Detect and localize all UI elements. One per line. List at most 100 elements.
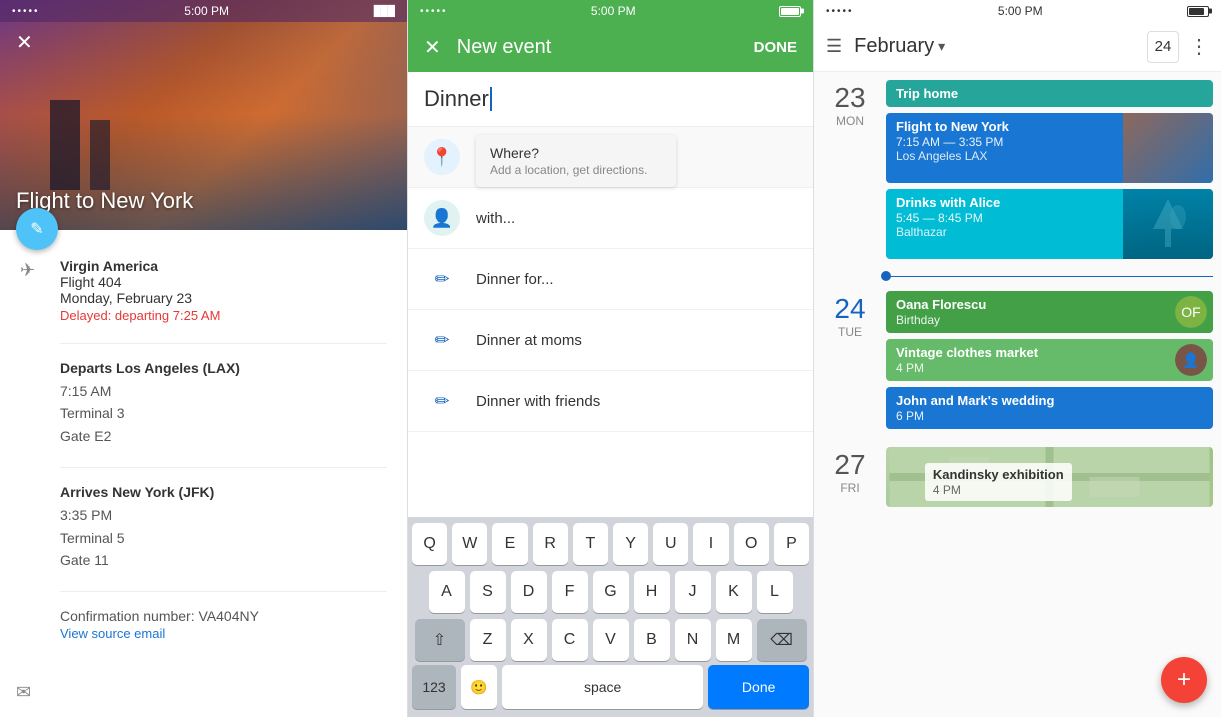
status-bar-panel1: ••••• 5:00 PM ███: [0, 0, 407, 22]
today-dot: [881, 271, 891, 281]
key-shift[interactable]: ⇧: [415, 619, 465, 661]
key-h[interactable]: H: [634, 571, 670, 613]
key-emoji[interactable]: 🙂: [461, 665, 497, 709]
battery-icon: ███: [374, 6, 395, 17]
text-cursor: [490, 87, 492, 111]
arrives-section: Arrives New York (JFK) 3:35 PM Terminal …: [60, 484, 387, 571]
arrives-time: 3:35 PM: [60, 507, 112, 523]
suggestions-list: 📍 at... Where? Add a location, get direc…: [408, 127, 813, 432]
key-k[interactable]: K: [716, 571, 752, 613]
key-j[interactable]: J: [675, 571, 711, 613]
sug-main-3: Dinner with friends: [476, 393, 797, 410]
event-oana[interactable]: Oana Florescu Birthday OF: [886, 291, 1213, 333]
location-popup: Where? Add a location, get directions.: [476, 135, 676, 187]
close-button-p2[interactable]: ✕: [424, 35, 441, 60]
airline-section: ✈ Virgin America Flight 404 Monday, Febr…: [60, 258, 387, 323]
suggestion-dinner-friends[interactable]: ✏ Dinner with friends: [408, 371, 813, 432]
key-l[interactable]: L: [757, 571, 793, 613]
oana-avatar-circle: OF: [1175, 296, 1207, 328]
hero-overlay: Flight to New York: [0, 0, 407, 230]
key-q[interactable]: Q: [412, 523, 447, 565]
done-button[interactable]: DONE: [754, 39, 797, 56]
flight-body: ✈ Virgin America Flight 404 Monday, Febr…: [0, 230, 407, 717]
departs-details: 7:15 AM Terminal 3 Gate E2: [60, 380, 387, 447]
menu-icon[interactable]: ☰: [826, 36, 842, 57]
status-bar-panel2: ••••• 5:00 PM: [408, 0, 813, 22]
event-title-oana: Oana Florescu: [896, 297, 1203, 312]
key-s[interactable]: S: [470, 571, 506, 613]
hero-image: Flight to New York ✕ ✎: [0, 0, 407, 230]
key-p[interactable]: P: [774, 523, 809, 565]
location-suggestion[interactable]: 📍 at... Where? Add a location, get direc…: [408, 127, 813, 188]
key-g[interactable]: G: [593, 571, 629, 613]
key-m[interactable]: M: [716, 619, 752, 661]
key-n[interactable]: N: [675, 619, 711, 661]
today-line: [891, 276, 1213, 277]
add-event-fab[interactable]: +: [1161, 657, 1207, 703]
departs-section: Departs Los Angeles (LAX) 7:15 AM Termin…: [60, 360, 387, 447]
month-title[interactable]: February ▾: [854, 35, 1147, 58]
suggestion-text-1: Dinner for...: [476, 271, 797, 288]
day-label-27: 27 Fri: [814, 447, 886, 513]
key-x[interactable]: X: [511, 619, 547, 661]
calendar-content: 23 Mon Trip home Flight to New York 7:15…: [814, 72, 1221, 717]
key-a[interactable]: A: [429, 571, 465, 613]
key-backspace[interactable]: ⌫: [757, 619, 807, 661]
key-b[interactable]: B: [634, 619, 670, 661]
key-c[interactable]: C: [552, 619, 588, 661]
event-drinks-alice[interactable]: Drinks with Alice 5:45 — 8:45 PM Balthaz…: [886, 189, 1213, 259]
key-t[interactable]: T: [573, 523, 608, 565]
month-dropdown-arrow: ▾: [938, 38, 945, 55]
airline-text: Virgin America Flight 404 Monday, Februa…: [60, 258, 387, 323]
key-i[interactable]: I: [693, 523, 728, 565]
key-e[interactable]: E: [492, 523, 527, 565]
key-f[interactable]: F: [552, 571, 588, 613]
calendar-header: ☰ February ▾ 24 ⋮: [814, 22, 1221, 72]
more-options-icon[interactable]: ⋮: [1189, 34, 1209, 59]
event-trip-home[interactable]: Trip home: [886, 80, 1213, 107]
departs-label: Departs Los Angeles (LAX): [60, 360, 387, 376]
email-icon: ✉: [16, 682, 31, 703]
key-d[interactable]: D: [511, 571, 547, 613]
calendar-date-button[interactable]: 24: [1147, 31, 1179, 63]
key-u[interactable]: U: [653, 523, 688, 565]
event-name-input[interactable]: Dinner: [408, 72, 813, 127]
key-123[interactable]: 123: [412, 665, 456, 709]
event-time-flight: 7:15 AM — 3:35 PM: [896, 135, 1203, 149]
arrives-text: Arrives New York (JFK) 3:35 PM Terminal …: [60, 484, 387, 571]
event-time-kandinsky: 4 PM: [933, 483, 1064, 497]
event-wedding[interactable]: John and Mark's wedding 6 PM: [886, 387, 1213, 429]
event-title-trip-home: Trip home: [896, 86, 1203, 101]
suggestion-dinner-moms[interactable]: ✏ Dinner at moms: [408, 310, 813, 371]
day-name-23: Mon: [814, 114, 886, 128]
event-kandinsky[interactable]: 📍 Kandinsky exhibition 4 PM: [886, 447, 1213, 507]
day-label-24: 24 Tue: [814, 291, 886, 435]
event-vintage[interactable]: Vintage clothes market 4 PM 👤: [886, 339, 1213, 381]
guests-placeholder: with...: [476, 210, 797, 227]
key-r[interactable]: R: [533, 523, 568, 565]
key-y[interactable]: Y: [613, 523, 648, 565]
event-flight-ny[interactable]: Flight to New York 7:15 AM — 3:35 PM Los…: [886, 113, 1213, 183]
arrives-gate: Gate 11: [60, 552, 109, 568]
location-icon: 📍: [424, 139, 460, 175]
edit-fab-button[interactable]: ✎: [16, 208, 58, 250]
key-z[interactable]: Z: [470, 619, 506, 661]
day-row-24: 24 Tue Oana Florescu Birthday OF Vintage…: [814, 283, 1221, 439]
key-w[interactable]: W: [452, 523, 487, 565]
close-button[interactable]: ✕: [16, 30, 33, 55]
view-source-link[interactable]: View source email: [60, 626, 387, 641]
key-done[interactable]: Done: [708, 665, 809, 709]
new-event-header: ✕ New event DONE: [408, 22, 813, 72]
guests-suggestion[interactable]: 👤 with...: [408, 188, 813, 249]
suggestion-dinner-for[interactable]: ✏ Dinner for...: [408, 249, 813, 310]
sug-main-1: Dinner for...: [476, 271, 797, 288]
day-row-23: 23 Mon Trip home Flight to New York 7:15…: [814, 72, 1221, 269]
key-v[interactable]: V: [593, 619, 629, 661]
events-27: 📍 Kandinsky exhibition 4 PM: [886, 447, 1221, 513]
key-o[interactable]: O: [734, 523, 769, 565]
arrives-label: Arrives New York (JFK): [60, 484, 387, 500]
departs-gate: Gate E2: [60, 428, 111, 444]
day-num-27: 27: [814, 451, 886, 479]
arrives-details: 3:35 PM Terminal 5 Gate 11: [60, 504, 387, 571]
key-space[interactable]: space: [502, 665, 703, 709]
